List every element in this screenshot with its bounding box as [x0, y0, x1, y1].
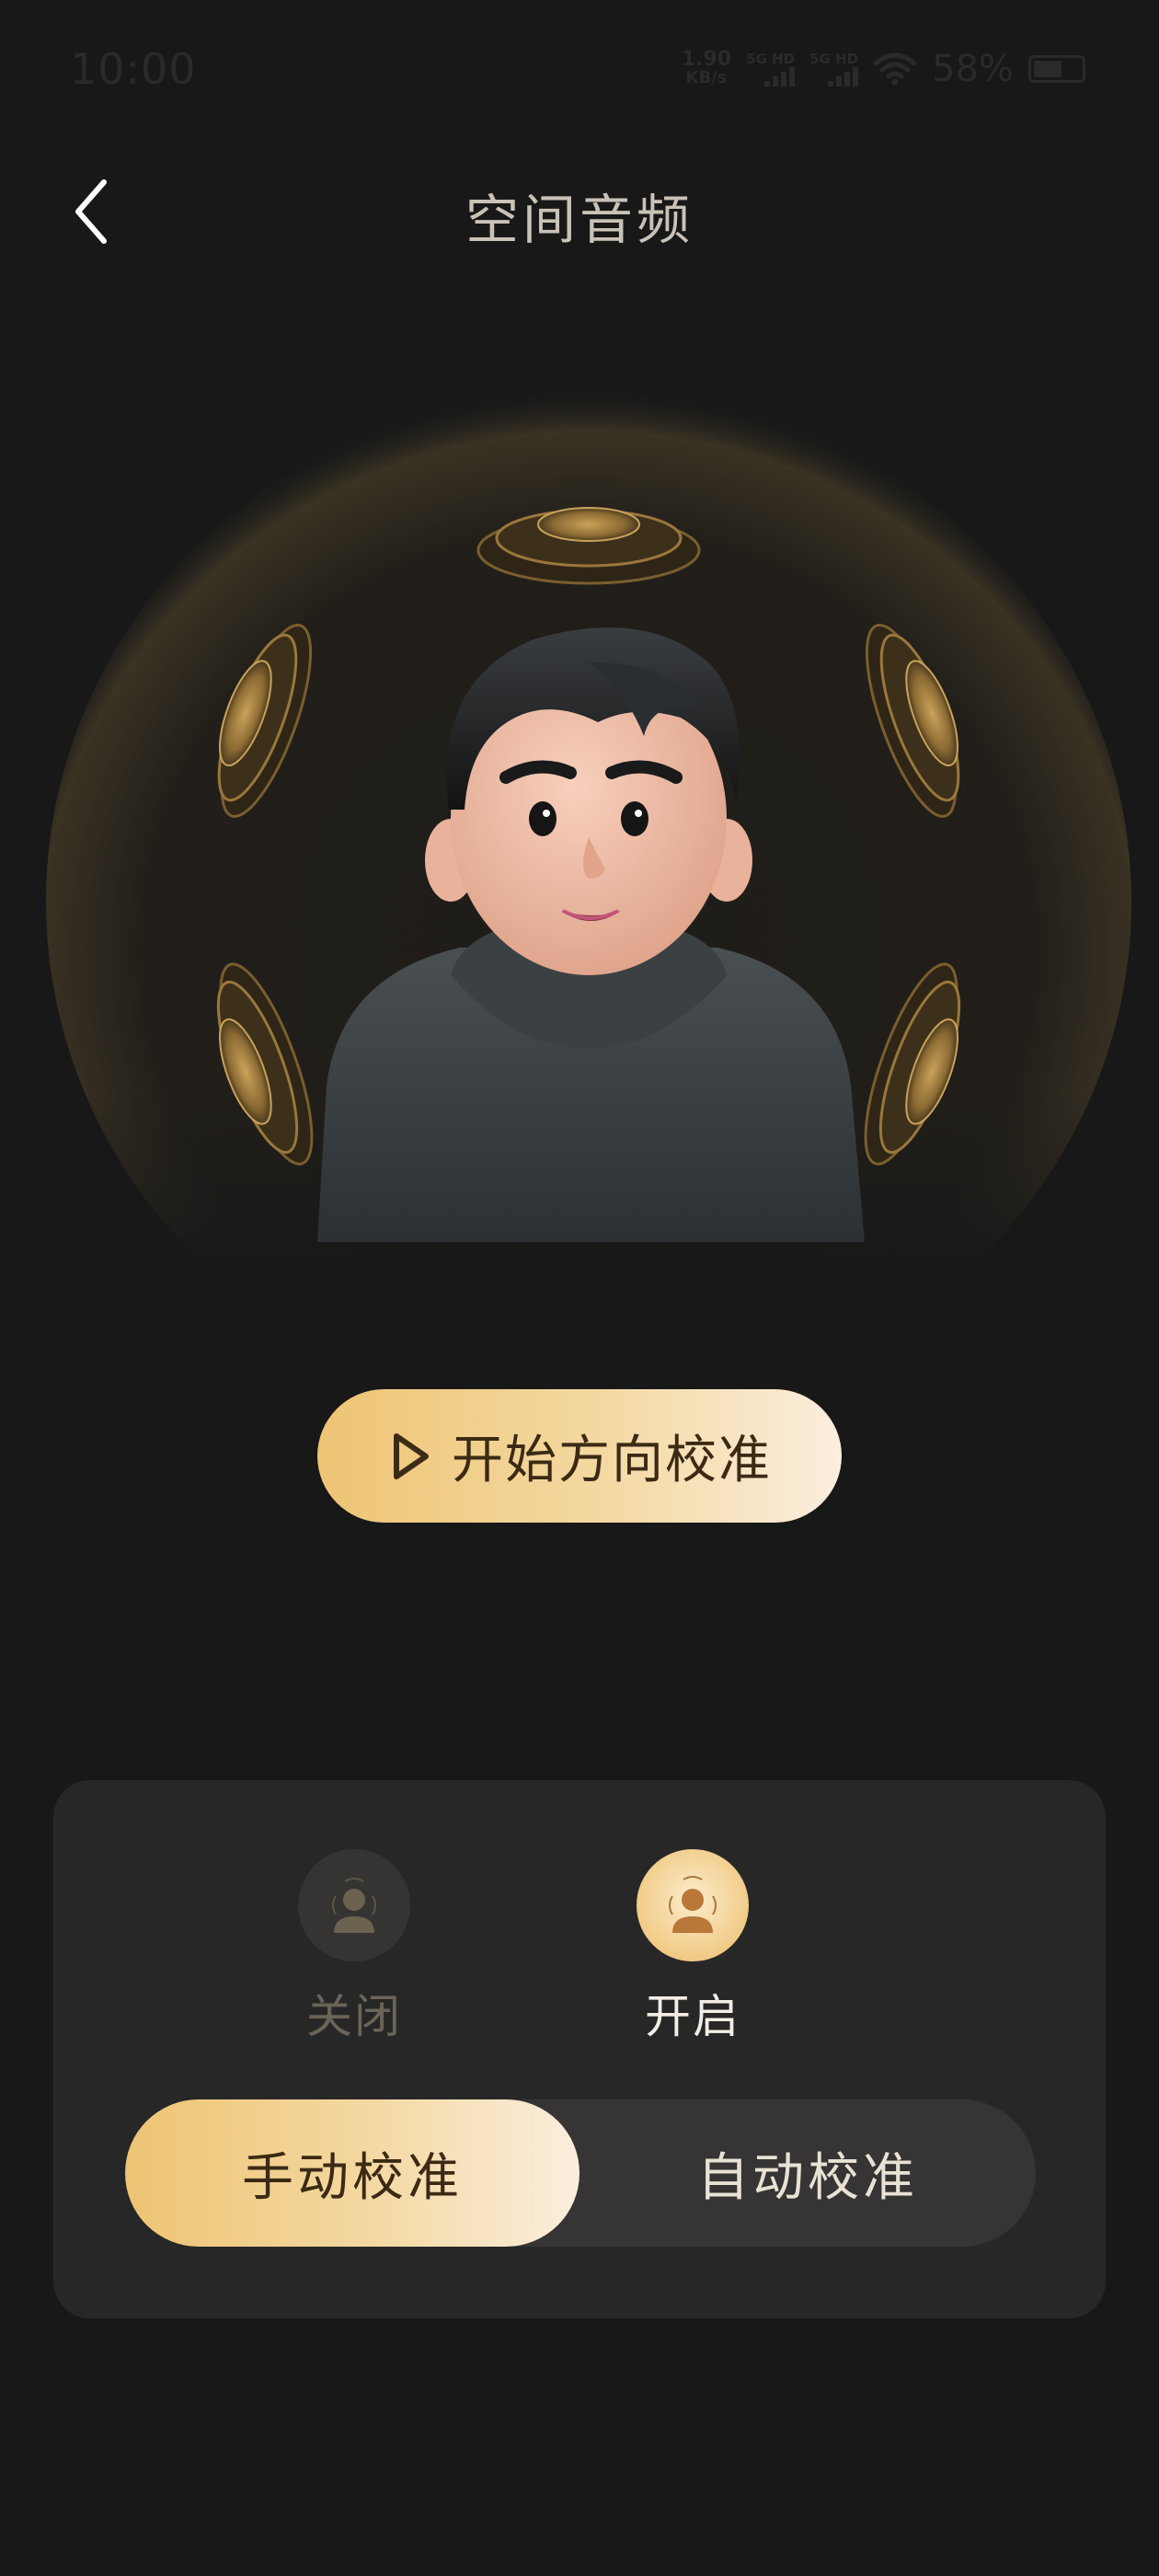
mode-on-label: 开启: [645, 1990, 740, 2043]
mode-off-option[interactable]: 关闭: [244, 1849, 465, 2046]
avatar-illustration: [0, 386, 1159, 1270]
signal-1-label: 5G HD: [746, 51, 796, 67]
signal-icon-2: 5G HD: [809, 51, 859, 86]
signal-2-label: 5G HD: [809, 51, 859, 67]
status-bar: 10:00 1.90 KB/s 5G HD 5G HD 58%: [0, 0, 1159, 138]
calibration-mode-switch: 手动校准 自动校准: [125, 2099, 1036, 2247]
network-speed-unit: KB/s: [685, 68, 728, 87]
manual-calibration-tab[interactable]: 手动校准: [125, 2099, 580, 2247]
auto-calibration-tab[interactable]: 自动校准: [580, 2099, 1036, 2247]
mode-on-option[interactable]: 开启: [582, 1849, 803, 2046]
battery-percent: 58%: [932, 48, 1014, 90]
status-icons: 1.90 KB/s 5G HD 5G HD 58%: [682, 48, 1085, 90]
wifi-icon: [873, 52, 917, 86]
control-panel: 关闭 开启 手动校准 自动校准: [53, 1780, 1106, 2318]
status-time: 10:00: [70, 44, 197, 94]
person-sound-icon: [669, 1876, 717, 1933]
signal-icon-1: 5G HD: [746, 51, 796, 86]
start-calibration-button[interactable]: 开始方向校准: [317, 1389, 842, 1523]
network-speed-value: 1.90: [681, 48, 732, 71]
network-speed: 1.90 KB/s: [681, 48, 732, 87]
spatial-audio-illustration: [0, 386, 1159, 1270]
page-title: 空间音频: [465, 189, 694, 251]
mode-on-icon-circle: [637, 1849, 749, 1961]
play-icon: [394, 1432, 429, 1479]
battery-icon: [1028, 55, 1085, 83]
mode-off-label: 关闭: [306, 1990, 402, 2043]
person-icon: [332, 1878, 376, 1933]
start-calibration-label: 开始方向校准: [452, 1431, 772, 1490]
mode-off-icon-circle: [298, 1849, 410, 1961]
